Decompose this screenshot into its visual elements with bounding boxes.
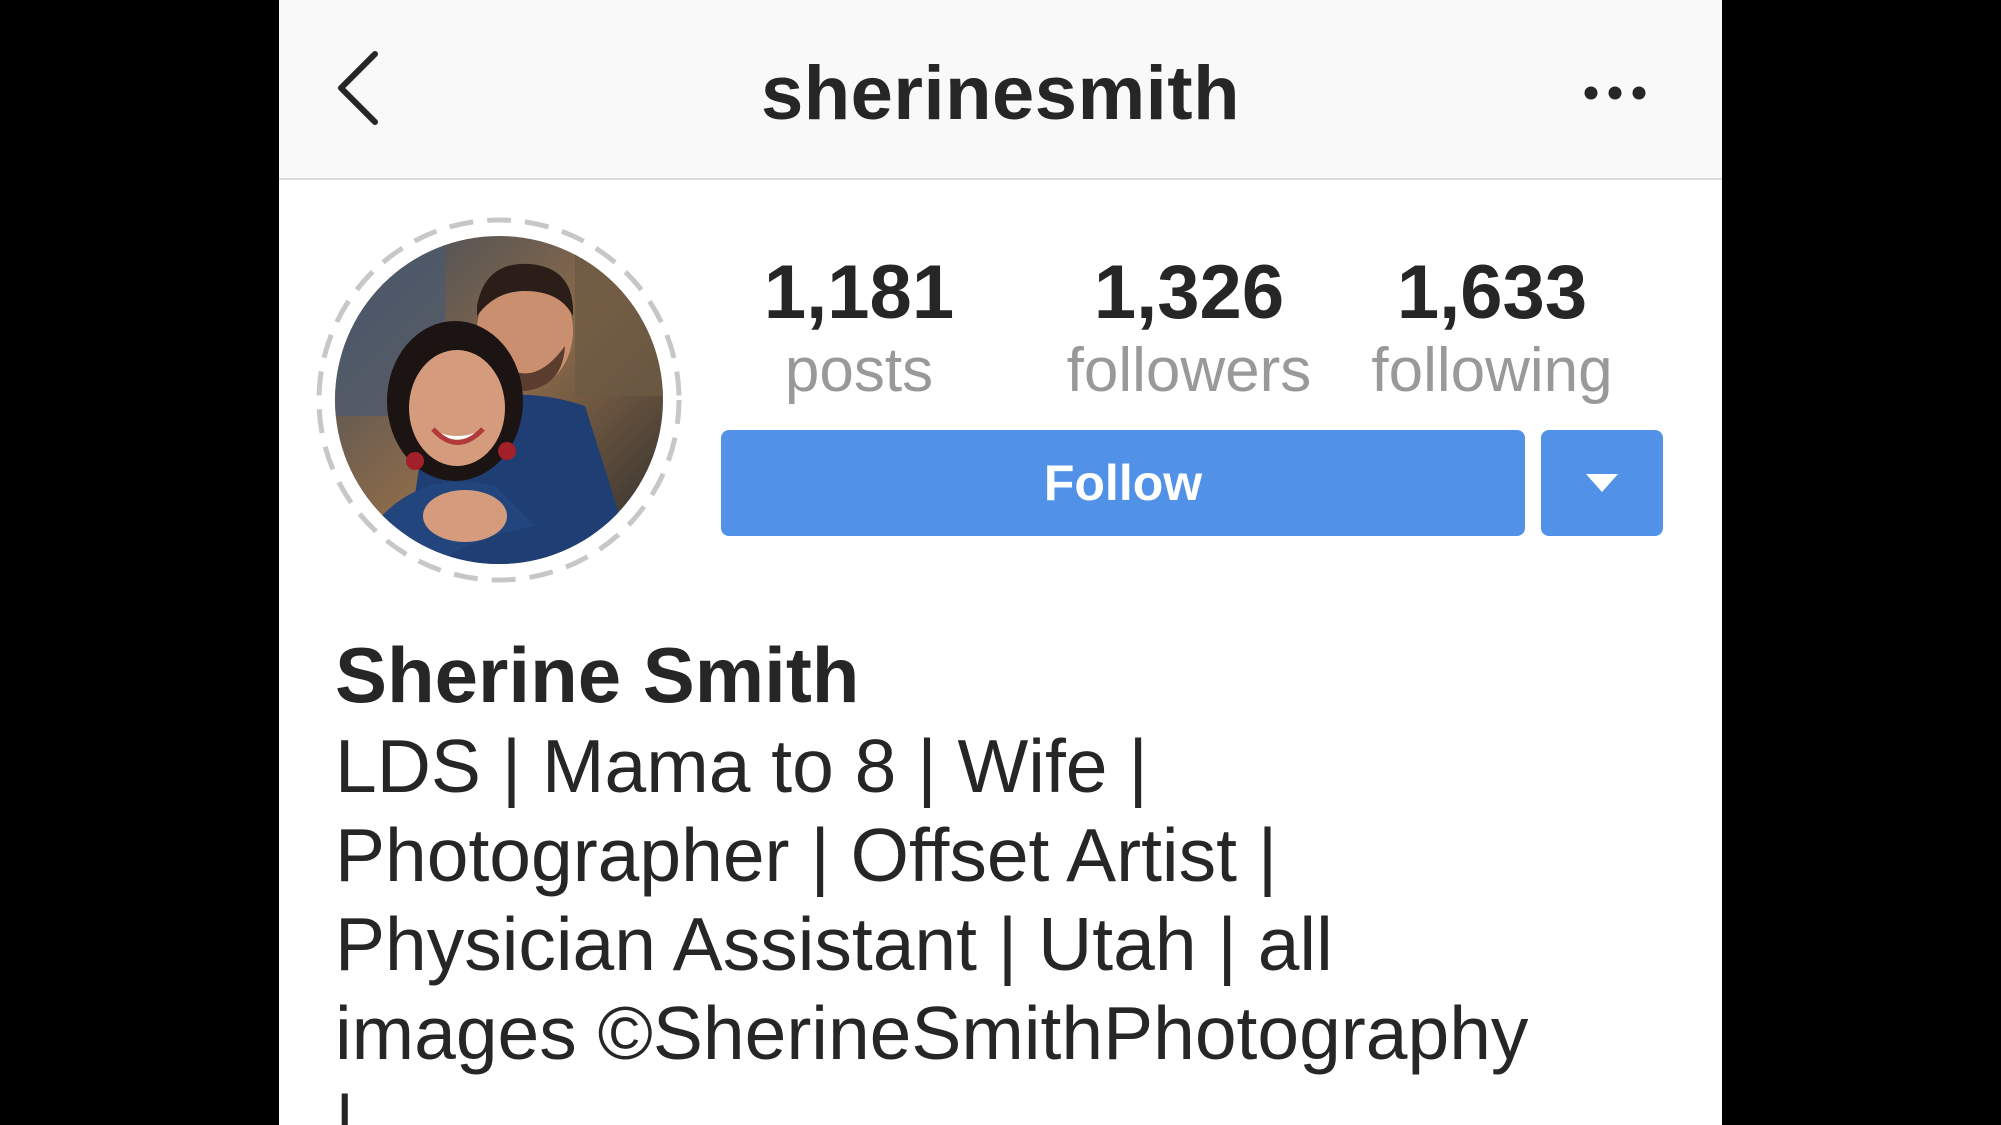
followers-count[interactable]: 1,326 followers (1049, 250, 1329, 406)
follow-button[interactable]: Follow (721, 430, 1525, 536)
posts-count: 1,181 posts (749, 250, 969, 406)
profile-photo-icon (335, 236, 663, 564)
avatar[interactable] (335, 236, 663, 564)
profile-bio: LDS | Mama to 8 | Wife | Photographer | … (335, 722, 1695, 1125)
followers-label: followers (1066, 336, 1312, 405)
bio-line: LDS | Mama to 8 | Wife | (335, 724, 1148, 808)
posts-number: 1,181 (763, 250, 955, 335)
following-number: 1,633 (1396, 250, 1588, 335)
followers-number: 1,326 (1093, 250, 1285, 335)
bio-line: Physician Assistant | Utah | all (335, 902, 1333, 986)
top-nav-bar: sherinesmith (279, 0, 1722, 180)
suggested-accounts-dropdown-button[interactable] (1541, 430, 1663, 536)
following-label: following (1371, 336, 1613, 405)
bio-line: images ©SherineSmithPhotography (335, 991, 1529, 1075)
username-title: sherinesmith (760, 51, 1241, 136)
triangle-down-icon (1586, 474, 1618, 492)
more-horizontal-icon (1584, 86, 1646, 100)
posts-label: posts (784, 336, 934, 405)
bio-line: Photographer | Offset Artist | (335, 813, 1278, 897)
bio-line: | (335, 1080, 355, 1125)
following-count[interactable]: 1,633 following (1362, 250, 1622, 406)
more-options-button[interactable] (1582, 76, 1648, 110)
profile-name: Sherine Smith (335, 631, 860, 719)
profile-screen: sherinesmith 1,181 posts 1,326 followers… (279, 0, 1722, 1125)
avatar-story-ring[interactable] (313, 216, 693, 588)
